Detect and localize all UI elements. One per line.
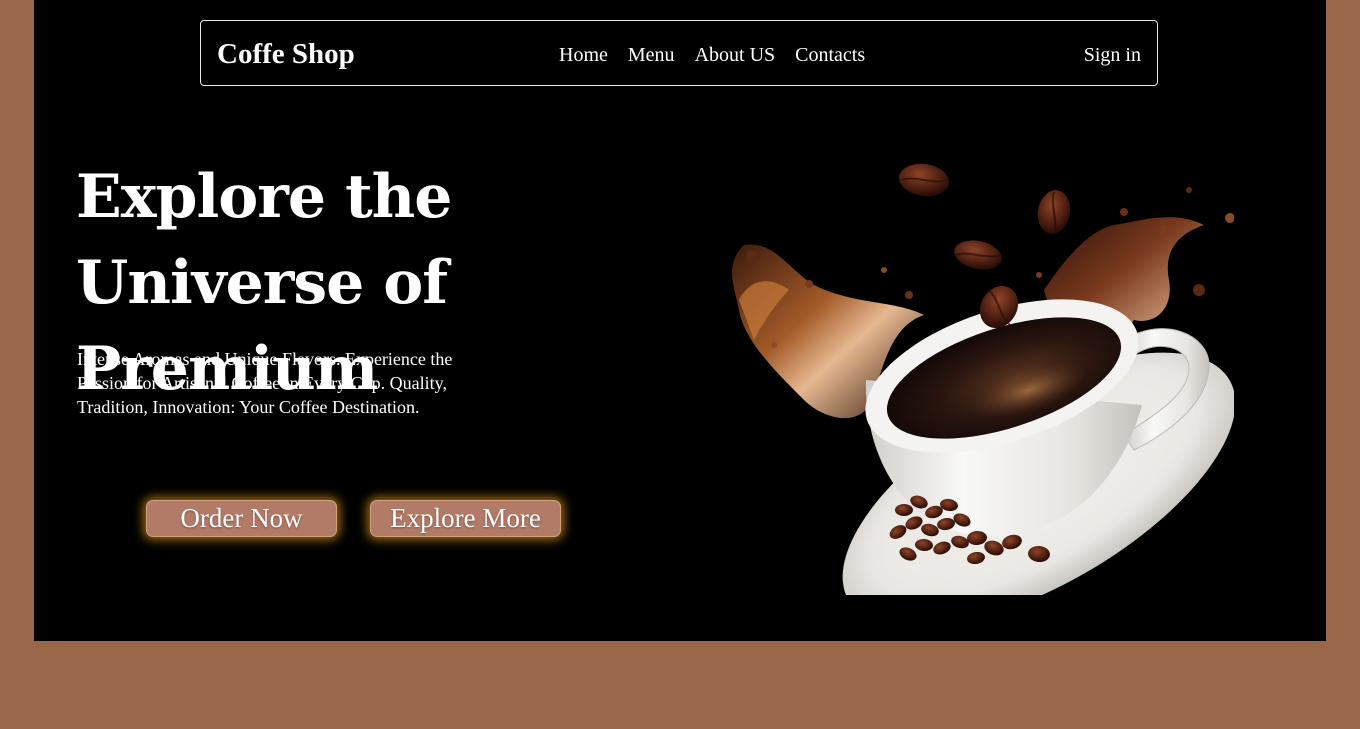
brand-logo[interactable]: Coffe Shop	[217, 37, 355, 71]
nav-home-link[interactable]: Home	[559, 42, 608, 68]
navbar: Coffe Shop Home Menu About US Contacts S…	[200, 20, 1158, 86]
nav-about-link[interactable]: About US	[695, 42, 776, 68]
coffee-cup-splash-image	[732, 163, 1234, 595]
nav-links: Home Menu About US Contacts	[559, 42, 865, 68]
nav-menu-link[interactable]: Menu	[628, 42, 675, 68]
hero-description: Intense Aromas and Unique Flavors. Exper…	[77, 349, 453, 417]
sign-in-link[interactable]: Sign in	[1084, 42, 1141, 68]
explore-more-button[interactable]: Explore More	[370, 500, 561, 537]
hero-section: Coffe Shop Home Menu About US Contacts S…	[34, 0, 1326, 641]
nav-contacts-link[interactable]: Contacts	[795, 42, 865, 68]
order-now-button[interactable]: Order Now	[146, 500, 337, 537]
